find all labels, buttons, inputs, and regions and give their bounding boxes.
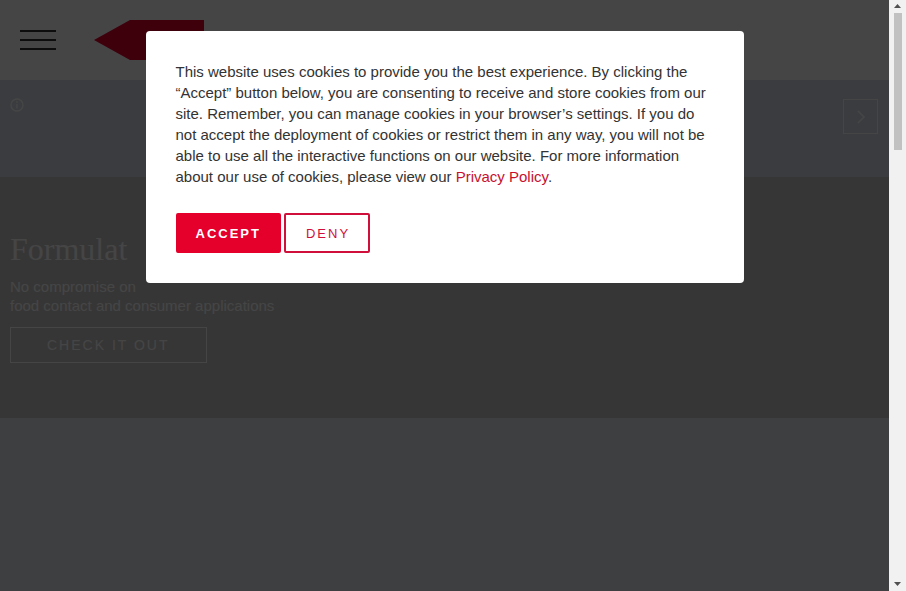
dialog-buttons: ACCEPTDENY [176, 213, 714, 253]
scroll-up-icon[interactable] [889, 0, 906, 12]
scroll-down-icon[interactable] [889, 577, 906, 591]
modal-overlay: This website uses cookies to provide you… [0, 0, 889, 591]
scrollbar-thumb[interactable] [894, 13, 902, 150]
deny-button[interactable]: DENY [284, 213, 370, 253]
privacy-policy-link[interactable]: Privacy Policy [456, 168, 548, 185]
browser-viewport: FormulatNo compromise onfood contact and… [0, 0, 906, 591]
scrollbar[interactable] [889, 0, 906, 591]
page: FormulatNo compromise onfood contact and… [0, 0, 889, 591]
accept-button[interactable]: ACCEPT [176, 213, 281, 253]
cookie-dialog: This website uses cookies to provide you… [146, 31, 744, 283]
cookie-text: This website uses cookies to provide you… [176, 61, 714, 187]
